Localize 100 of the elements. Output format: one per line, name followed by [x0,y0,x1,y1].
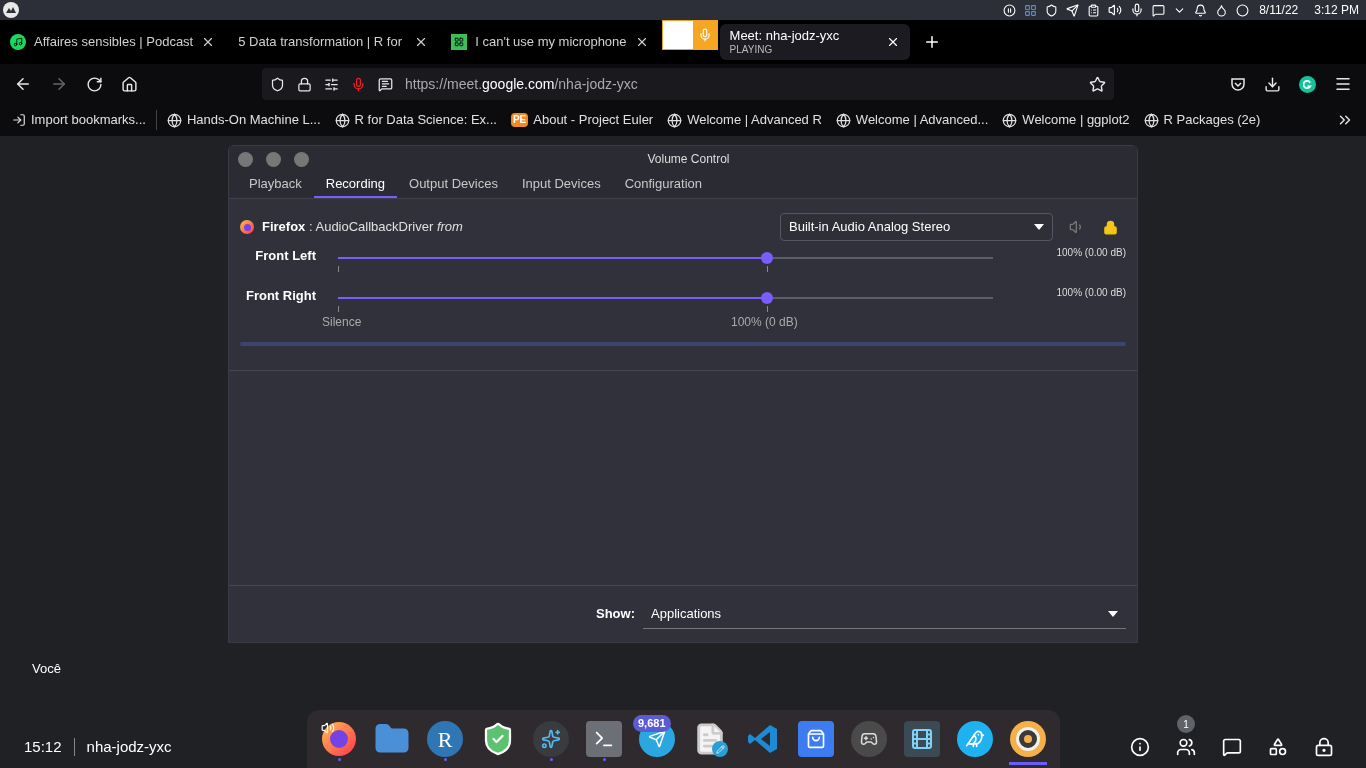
message-icon[interactable] [1152,3,1166,17]
video-editor-icon [904,721,940,757]
tab[interactable]: Configuration [612,172,714,198]
dropdown-caret-icon [1034,224,1044,230]
circle-icon[interactable] [1236,3,1250,17]
lock-toggle[interactable] [1103,219,1118,235]
globe-icon [835,112,851,128]
tab[interactable]: Input Devices [509,172,613,198]
tab-title: I can't use my microphone [475,33,627,51]
address-bar[interactable]: https://meet.google.com/nha-jodz-yxc [262,68,1114,100]
globe-icon [1002,112,1018,128]
tab[interactable]: Output Devices [397,172,510,198]
reader-icon[interactable] [378,76,393,92]
send-icon[interactable] [1066,3,1080,17]
droplet-icon[interactable] [1215,3,1229,17]
shield-icon[interactable] [270,76,285,92]
date-text: 8/11/22 [1259,2,1299,19]
slider-thumb[interactable] [761,292,773,304]
pocket-icon[interactable] [1230,76,1246,92]
channel-reading: 100% (0.00 dB) [1056,286,1126,300]
terminal-icon [586,721,622,757]
mountain-logo-icon[interactable] [3,2,19,18]
channel-reading: 100% (0.00 dB) [1056,246,1126,260]
bookmark-item[interactable]: R for Data Science: Ex... [334,110,497,130]
window-button[interactable] [266,151,281,167]
participant-name: Você [32,660,61,678]
microphone-icon [697,28,712,42]
people-count: 1 [1177,715,1195,733]
lock-icon [1103,219,1118,235]
dock-item[interactable]: 9,681 [633,715,681,765]
activities-icon[interactable] [1268,737,1288,757]
chat-icon[interactable] [1222,737,1242,757]
stream-title: Firefox : AudioCallbackDriver from [262,218,463,237]
window-button[interactable] [238,151,253,167]
volume-icon[interactable] [1108,3,1123,17]
host-controls-icon[interactable] [1314,737,1334,757]
bookmark-item[interactable]: R Packages (2e) [1143,110,1261,130]
permissions-icon[interactable] [324,76,339,92]
browser-tab[interactable]: Affaires sensibles | Podcast [0,24,226,60]
globe-icon [166,112,182,128]
bookmark-item[interactable]: Welcome | Advanced R [667,110,822,130]
r-app-icon: R [427,721,463,757]
microphone-icon[interactable] [1130,3,1145,17]
tab[interactable]: Playback [237,172,314,198]
notifications-icon[interactable] [1194,3,1208,17]
bookmark-item[interactable]: Welcome | Advanced... [835,110,989,130]
unread-badge: 9,681 [633,715,671,732]
bookmark-item[interactable]: Welcome | ggplot2 [1002,110,1130,130]
url-text: https://meet.google.com/nha-jodz-yxc [405,74,639,94]
site-icon [451,34,468,50]
tab-status: PLAYING [729,43,774,57]
download-icon[interactable] [1264,75,1281,93]
clock-text: 3:12 PM [1314,2,1359,19]
tab-title: 5 Data transformation | R for [238,33,403,51]
speaker-icon [1010,721,1046,757]
meeting-code: nha-jodz-yxc [86,736,172,757]
scale-label: Silence [322,314,362,331]
stars-icon [533,721,569,757]
shield-icon[interactable] [1045,3,1059,17]
scale-label: 100% (0 dB) [731,314,798,331]
tab[interactable]: Recording [313,172,397,198]
dock-item[interactable]: R [426,715,464,765]
volume-slider[interactable] [338,292,993,304]
clipboard-icon[interactable] [1087,3,1101,17]
shopping-bag-icon [798,721,834,757]
site-badge: PE [510,113,529,127]
browser-tab[interactable]: Meet: nha-jodz-yxc PLAYING [719,24,910,60]
menu-icon[interactable] [1334,75,1352,93]
extension-icon[interactable] [1299,75,1316,93]
bookmark-item[interactable]: PE About - Project Euler [510,110,654,130]
app-tray-icon[interactable] [1024,3,1038,17]
globe-icon [334,112,350,128]
bookmark-star-icon[interactable] [1089,75,1106,93]
slider-thumb[interactable] [761,252,773,264]
bird-icon [957,721,993,757]
gamepad-icon [851,721,887,757]
bookmark-item[interactable]: Hands-On Machine L... [166,110,321,130]
show-label: Show: [596,605,635,624]
import-icon [12,113,26,127]
lock-icon[interactable] [297,76,312,92]
window-button[interactable] [294,151,309,167]
pause-icon[interactable] [1003,3,1017,17]
window-title: Volume Control [647,151,731,168]
tab-title: Meet: nha-jodz-yxc [729,27,841,44]
globe-icon [667,112,683,128]
people-icon[interactable] [1176,737,1196,757]
home-icon[interactable] [121,75,138,93]
channel-label: Front Left [254,247,316,265]
browser-tab[interactable]: I can't use my microphone [441,24,659,60]
globe-icon [1143,112,1159,128]
browser-tab[interactable]: 5 Data transformation | R for [228,24,439,60]
music-app-icon [10,34,26,50]
device-dropdown[interactable]: Built-in Audio Analog Stereo [780,213,1053,241]
info-icon[interactable] [1130,737,1150,757]
meeting-time: 15:12 [24,736,62,757]
back-icon[interactable] [14,75,32,93]
bookmark-item[interactable]: Import bookmarks... [12,110,146,130]
volume-slider[interactable] [338,252,993,264]
reload-icon[interactable] [86,75,103,93]
show-dropdown[interactable]: Applications [643,599,1126,629]
